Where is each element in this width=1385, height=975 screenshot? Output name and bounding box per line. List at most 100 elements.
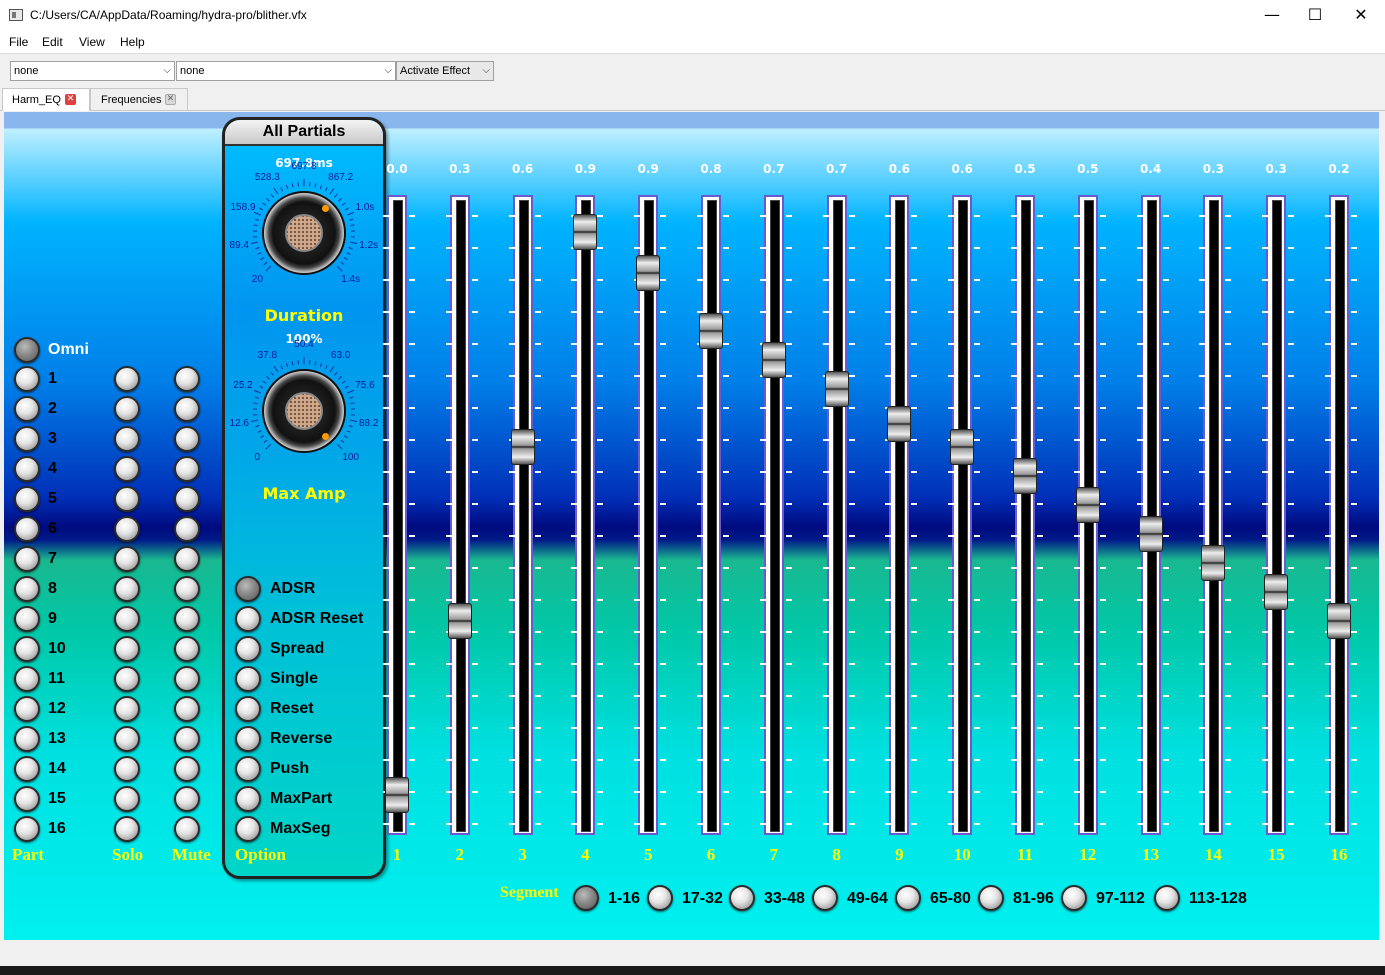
close-button[interactable]: ✕ (1338, 0, 1384, 30)
part-led[interactable] (14, 786, 40, 812)
part-led[interactable] (14, 516, 40, 542)
close-icon[interactable]: ✕ (165, 94, 176, 105)
solo-led[interactable] (114, 546, 140, 572)
solo-led[interactable] (114, 456, 140, 482)
part-led[interactable] (14, 696, 40, 722)
partial-slider-track[interactable] (822, 195, 855, 835)
tab-harm-eq[interactable]: Harm_EQ ✕ (2, 88, 90, 111)
partial-slider-track[interactable] (383, 195, 415, 835)
duration-knob[interactable] (262, 191, 346, 275)
part-led[interactable] (14, 546, 40, 572)
mute-led[interactable] (174, 786, 200, 812)
minimize-button[interactable]: — (1249, 0, 1295, 30)
partial-slider-track[interactable] (1199, 195, 1232, 835)
segment-led[interactable] (647, 885, 673, 911)
slider-thumb[interactable] (447, 603, 472, 639)
slider-thumb[interactable] (1201, 545, 1226, 581)
mute-led[interactable] (174, 606, 200, 632)
preset-combo[interactable]: none ⌵ (176, 61, 396, 81)
solo-led[interactable] (114, 816, 140, 842)
solo-led[interactable] (114, 606, 140, 632)
menu-help[interactable]: Help (120, 35, 145, 49)
partial-slider-track[interactable] (1136, 195, 1169, 835)
part-combo[interactable]: none ⌵ (10, 61, 175, 81)
maximize-button[interactable]: ☐ (1292, 0, 1338, 30)
option-led[interactable] (235, 756, 261, 782)
menu-edit[interactable]: Edit (42, 35, 63, 49)
partial-slider-track[interactable] (697, 195, 729, 835)
slider-thumb[interactable] (950, 429, 975, 465)
mute-led[interactable] (174, 636, 200, 662)
partial-slider-track[interactable] (885, 195, 918, 835)
slider-thumb[interactable] (1264, 574, 1289, 610)
slider-thumb[interactable] (1013, 458, 1037, 494)
slider-thumb[interactable] (573, 214, 598, 251)
option-led[interactable] (235, 576, 261, 602)
part-led[interactable] (14, 396, 40, 422)
slider-thumb[interactable] (1327, 603, 1351, 639)
mute-led[interactable] (174, 696, 200, 722)
solo-led[interactable] (114, 576, 140, 602)
solo-led[interactable] (114, 426, 140, 452)
part-led[interactable] (14, 426, 40, 452)
part-led[interactable] (14, 636, 40, 662)
partial-slider-track[interactable] (1262, 195, 1295, 835)
option-led[interactable] (235, 636, 261, 662)
option-led[interactable] (235, 606, 261, 632)
slider-thumb[interactable] (699, 313, 723, 349)
omni-led[interactable] (14, 337, 40, 363)
slider-thumb[interactable] (385, 777, 409, 813)
tab-frequencies[interactable]: Frequencies ✕ (90, 88, 188, 110)
solo-led[interactable] (114, 486, 140, 512)
solo-led[interactable] (114, 366, 140, 392)
slider-thumb[interactable] (1075, 487, 1100, 523)
mute-led[interactable] (174, 576, 200, 602)
segment-led[interactable] (812, 885, 838, 911)
slider-thumb[interactable] (824, 371, 849, 407)
option-led[interactable] (235, 666, 261, 692)
solo-led[interactable] (114, 516, 140, 542)
solo-led[interactable] (114, 756, 140, 782)
mute-led[interactable] (174, 756, 200, 782)
max-amp-knob[interactable] (262, 369, 346, 453)
activate-effect-combo[interactable]: Activate Effect ⌵ (396, 61, 494, 81)
mute-led[interactable] (174, 396, 200, 422)
partial-slider-track[interactable] (948, 195, 981, 835)
part-led[interactable] (14, 666, 40, 692)
partial-slider-track[interactable] (571, 195, 604, 835)
mute-led[interactable] (174, 456, 200, 482)
menu-file[interactable]: File (9, 35, 28, 49)
slider-thumb[interactable] (887, 405, 912, 442)
partial-slider-track[interactable] (508, 195, 541, 835)
solo-led[interactable] (114, 636, 140, 662)
segment-led[interactable] (1154, 885, 1180, 911)
part-led[interactable] (14, 606, 40, 632)
segment-led[interactable] (1061, 885, 1087, 911)
menu-view[interactable]: View (79, 35, 105, 49)
solo-led[interactable] (114, 396, 140, 422)
option-led[interactable] (235, 696, 261, 722)
segment-led[interactable] (895, 885, 921, 911)
solo-led[interactable] (114, 786, 140, 812)
option-led[interactable] (235, 726, 261, 752)
slider-thumb[interactable] (636, 255, 661, 291)
option-led[interactable] (235, 816, 261, 842)
mute-led[interactable] (174, 426, 200, 452)
part-led[interactable] (14, 816, 40, 842)
part-led[interactable] (14, 726, 40, 752)
part-led[interactable] (14, 366, 40, 392)
partial-slider-track[interactable] (1325, 195, 1357, 835)
solo-led[interactable] (114, 726, 140, 752)
partial-slider-track[interactable] (1011, 195, 1043, 835)
mute-led[interactable] (174, 726, 200, 752)
option-led[interactable] (235, 786, 261, 812)
part-led[interactable] (14, 756, 40, 782)
part-led[interactable] (14, 576, 40, 602)
mute-led[interactable] (174, 366, 200, 392)
segment-led[interactable] (729, 885, 755, 911)
close-icon[interactable]: ✕ (65, 94, 76, 105)
partial-slider-track[interactable] (759, 195, 792, 835)
mute-led[interactable] (174, 516, 200, 542)
solo-led[interactable] (114, 696, 140, 722)
mute-led[interactable] (174, 486, 200, 512)
